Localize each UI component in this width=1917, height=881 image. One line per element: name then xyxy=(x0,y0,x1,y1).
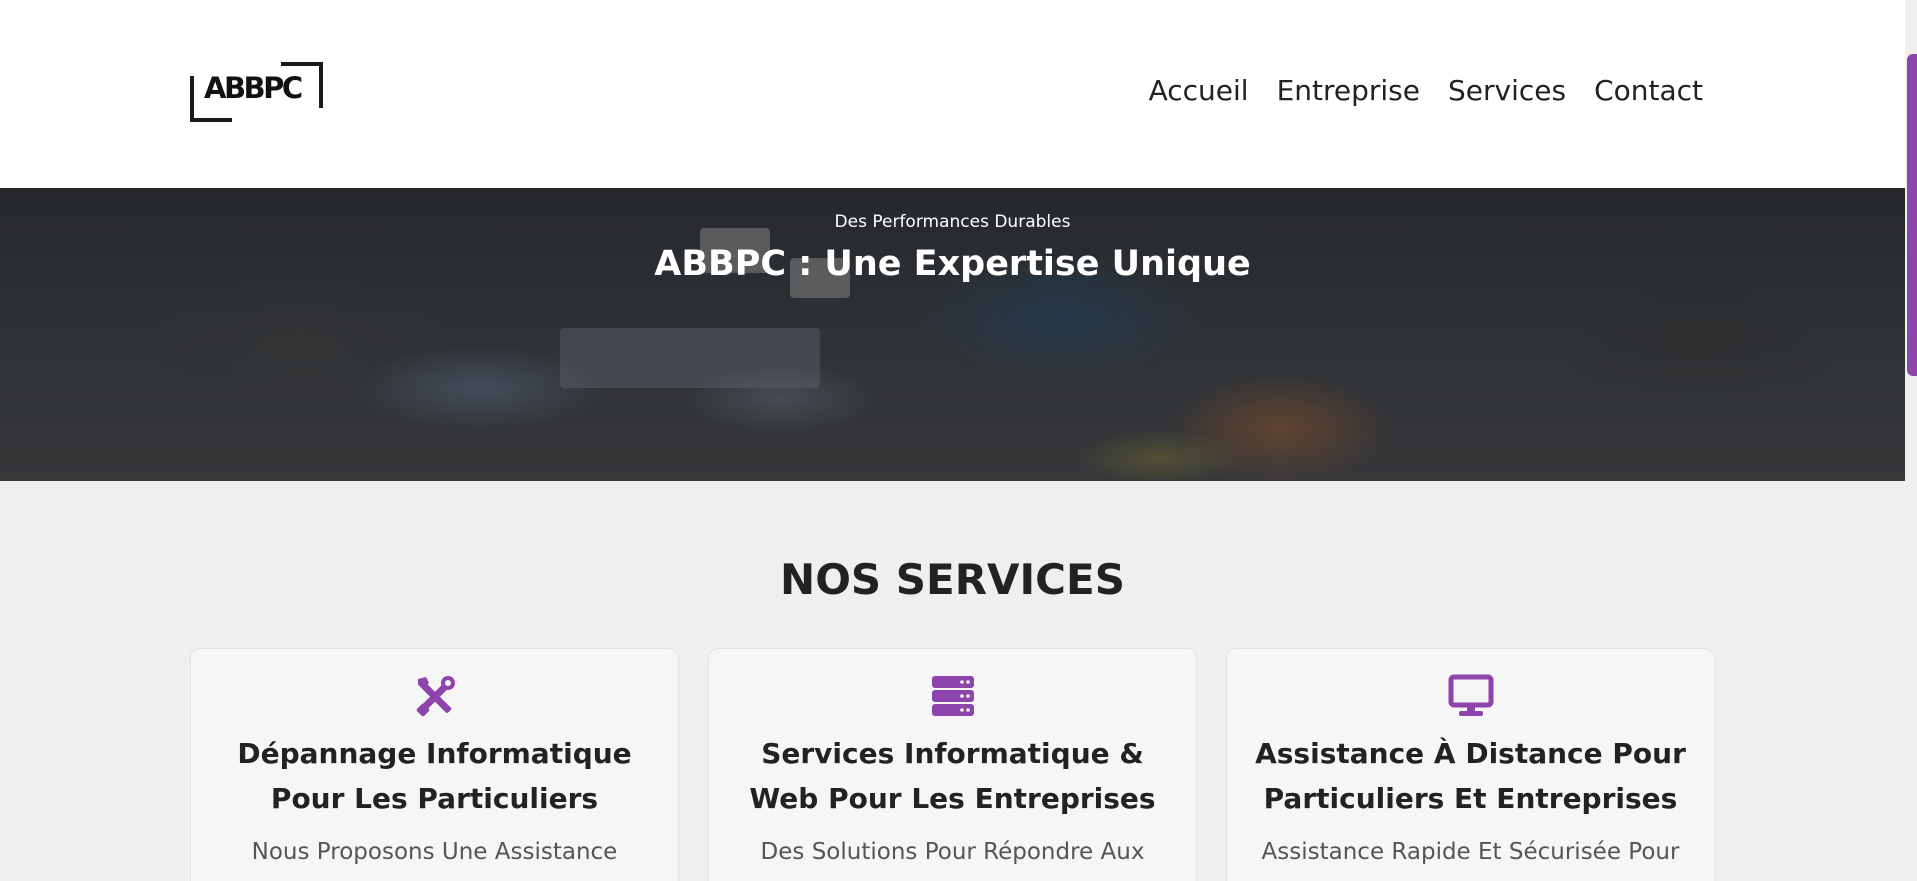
service-card-text: Nous Proposons Une Assistance xyxy=(251,839,618,865)
site-header: ABBPC Accueil Entreprise Services Contac… xyxy=(0,0,1905,188)
service-card-title: Services Informatique & Web Pour Les Ent… xyxy=(749,737,1156,815)
nav-item-contact[interactable]: Contact xyxy=(1594,70,1703,112)
service-card[interactable]: Assistance À Distance Pour Particuliers … xyxy=(1226,648,1715,881)
hero-subtitle: Des Performances Durables xyxy=(834,212,1071,232)
service-card-title: Assistance À Distance Pour Particuliers … xyxy=(1255,737,1686,815)
nav-item-entreprise[interactable]: Entreprise xyxy=(1277,70,1420,112)
logo-text: ABBPC xyxy=(204,71,303,105)
service-card-text: Assistance Rapide Et Sécurisée Pour xyxy=(1261,839,1680,865)
scrollbar-thumb[interactable] xyxy=(1907,54,1917,376)
site-logo[interactable]: ABBPC xyxy=(190,62,323,122)
service-card-text: Des Solutions Pour Répondre Aux xyxy=(760,839,1145,865)
nav-item-services[interactable]: Services xyxy=(1448,70,1566,112)
tools-icon xyxy=(416,676,455,717)
nav-item-accueil[interactable]: Accueil xyxy=(1149,70,1249,112)
monitor-icon xyxy=(1448,674,1493,716)
service-card-title: Dépannage Informatique Pour Les Particul… xyxy=(237,737,632,815)
services-heading: NOS SERVICES xyxy=(780,555,1125,604)
service-card[interactable]: Dépannage Informatique Pour Les Particul… xyxy=(190,648,679,881)
hero-decor xyxy=(560,328,820,388)
server-icon xyxy=(931,676,974,716)
hero-title: ABBPC : Une Expertise Unique xyxy=(654,244,1251,284)
main-nav: Accueil Entreprise Services Contact xyxy=(1149,70,1703,112)
service-card[interactable]: Services Informatique & Web Pour Les Ent… xyxy=(708,648,1197,881)
hero-banner: Des Performances Durables ABBPC : Une Ex… xyxy=(0,188,1905,481)
